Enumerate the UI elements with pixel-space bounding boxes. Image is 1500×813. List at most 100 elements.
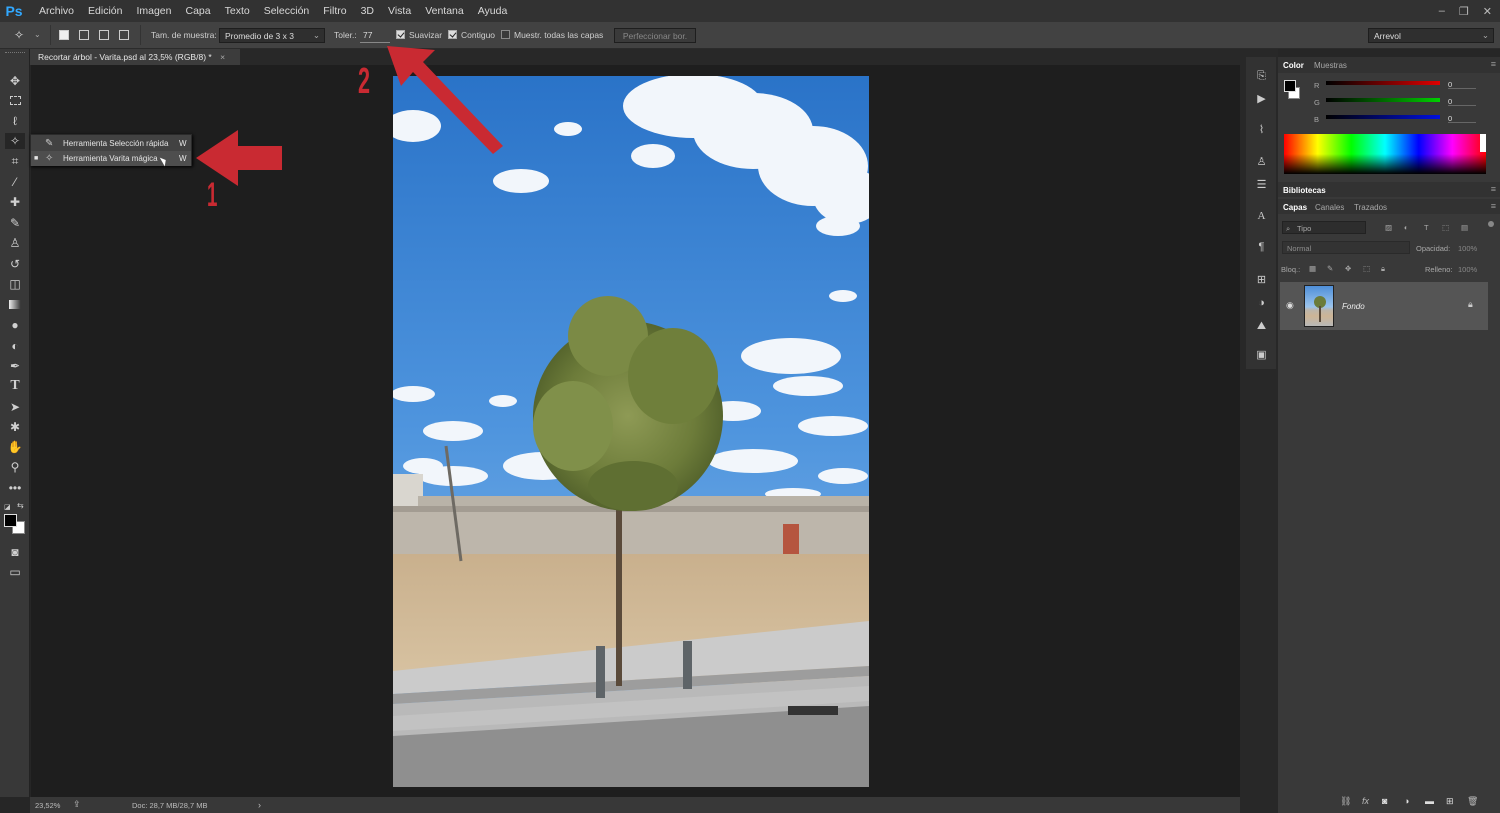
panel-menu-icon[interactable]: ≡ [1491, 184, 1496, 194]
menu-ayuda[interactable]: Ayuda [471, 0, 515, 22]
path-selection-tool-icon[interactable]: ➤ [7, 399, 23, 415]
pen-tool-icon[interactable]: ✒ [7, 358, 23, 374]
sample-all-checkbox[interactable] [501, 30, 510, 39]
edit-toolbar-icon[interactable]: ••• [7, 480, 23, 496]
menu-ventana[interactable]: Ventana [418, 0, 471, 22]
quick-mask-icon[interactable]: ◙ [7, 544, 23, 560]
color-fg-swatch[interactable] [1284, 80, 1296, 92]
properties-icon[interactable]: ⊞ [1254, 273, 1269, 288]
close-icon[interactable]: ✕ [1483, 5, 1492, 18]
workspace-select[interactable]: Arrevol ⌄ [1368, 28, 1494, 43]
crop-tool-icon[interactable]: ⌗ [7, 153, 23, 169]
tolerance-input[interactable]: 77 [360, 28, 390, 43]
menu-seleccion[interactable]: Selección [257, 0, 317, 22]
lock-artboard-icon[interactable]: ⬚ [1363, 264, 1370, 273]
filter-pixel-icon[interactable]: ▨ [1385, 223, 1392, 232]
menu-texto[interactable]: Texto [218, 0, 257, 22]
fill-value[interactable]: 100% [1458, 265, 1477, 274]
color-spectrum[interactable] [1284, 134, 1486, 174]
lock-image-icon[interactable]: ✎ [1327, 264, 1333, 273]
magic-wand-tool-icon[interactable]: ✧ [5, 133, 25, 149]
filter-type-icon[interactable]: T [1424, 223, 1429, 232]
green-slider[interactable] [1326, 98, 1440, 102]
tab-color[interactable]: Color [1283, 61, 1304, 70]
opacity-value[interactable]: 100% [1458, 244, 1477, 253]
magic-wand-preset-icon[interactable]: ✧ [14, 28, 24, 42]
menu-edicion[interactable]: Edición [81, 0, 129, 22]
clone-stamp-tool-icon[interactable]: ♙ [7, 235, 23, 251]
screen-mode-icon[interactable]: ▭ [7, 564, 23, 580]
swap-colors-icon[interactable]: ⇆ [17, 501, 24, 510]
blue-value[interactable]: 0 [1448, 114, 1452, 123]
menu-archivo[interactable]: Archivo [32, 0, 81, 22]
intersect-selection-icon[interactable] [119, 30, 129, 40]
character-icon[interactable]: A [1254, 209, 1269, 224]
info-icon[interactable]: ▣ [1254, 348, 1269, 363]
red-value[interactable]: 0 [1448, 80, 1452, 89]
filter-shape-icon[interactable]: ⬚ [1442, 223, 1449, 232]
paragraph-icon[interactable]: ¶ [1254, 240, 1269, 255]
new-adjustment-icon[interactable]: ◑ [1404, 796, 1409, 806]
layer-row[interactable]: ◉ Fondo 🔒︎ [1280, 282, 1488, 330]
new-selection-icon[interactable] [59, 30, 69, 40]
navigator-icon[interactable]: ⛰ [1254, 319, 1269, 334]
dodge-tool-icon[interactable]: ◐ [7, 338, 23, 354]
blue-slider[interactable] [1326, 115, 1440, 119]
chevron-down-icon[interactable]: ⌄ [34, 30, 41, 39]
subtract-selection-icon[interactable] [99, 30, 109, 40]
hand-tool-icon[interactable]: ✋ [7, 439, 23, 455]
move-tool-icon[interactable]: ✥ [7, 73, 23, 89]
foreground-color-swatch[interactable] [4, 514, 17, 527]
contiguous-checkbox[interactable] [448, 30, 457, 39]
lasso-tool-icon[interactable]: ℓ [7, 113, 23, 129]
actions-play-icon[interactable]: ▶ [1254, 92, 1269, 107]
marquee-tool-icon[interactable] [7, 93, 23, 109]
toolbar-grip[interactable] [5, 52, 25, 55]
history-brush-tool-icon[interactable]: ↺ [7, 256, 23, 272]
tab-layers[interactable]: Capas [1283, 203, 1307, 212]
menu-3d[interactable]: 3D [354, 0, 381, 22]
eye-visibility-icon[interactable]: ◉ [1286, 300, 1294, 311]
tab-swatches[interactable]: Muestras [1314, 61, 1347, 70]
share-icon[interactable]: ⇪ [73, 799, 81, 810]
panel-menu-icon[interactable]: ≡ [1491, 201, 1496, 211]
tab-channels[interactable]: Canales [1315, 203, 1344, 212]
zoom-level[interactable]: 23,52% [35, 801, 60, 810]
layer-name[interactable]: Fondo [1342, 302, 1365, 311]
history-icon[interactable]: ⎘ [1254, 69, 1269, 84]
styles-icon[interactable]: ◑ [1254, 296, 1269, 311]
refine-edge-button[interactable]: Perfeccionar bor. [614, 28, 696, 43]
type-tool-icon[interactable]: T [7, 378, 23, 394]
eyedropper-tool-icon[interactable]: ⁄ [7, 174, 23, 190]
custom-shape-tool-icon[interactable]: ✱ [7, 419, 23, 435]
brush-tool-icon[interactable]: ✎ [7, 215, 23, 231]
new-layer-icon[interactable]: ⊞ [1446, 796, 1454, 807]
clone-source-icon[interactable]: ♙ [1254, 155, 1269, 170]
minimize-icon[interactable]: – [1439, 5, 1445, 17]
healing-brush-tool-icon[interactable]: ✚ [7, 194, 23, 210]
green-value[interactable]: 0 [1448, 97, 1452, 106]
quick-selection-menu-item[interactable]: ✎ Herramienta Selección rápida W [31, 136, 191, 151]
sample-size-select[interactable]: Promedio de 3 x 3 ⌄ [219, 28, 325, 43]
libraries-panel-title[interactable]: Bibliotecas [1283, 186, 1326, 195]
gradient-tool-icon[interactable] [7, 297, 23, 313]
filter-smart-icon[interactable]: ▤ [1461, 223, 1468, 232]
zoom-tool-icon[interactable]: ⚲ [7, 459, 23, 475]
menu-imagen[interactable]: Imagen [129, 0, 178, 22]
add-selection-icon[interactable] [79, 30, 89, 40]
red-slider[interactable] [1326, 81, 1440, 85]
trash-icon[interactable]: 🗑︎ [1467, 796, 1478, 807]
new-group-icon[interactable]: ▬ [1425, 796, 1434, 806]
status-menu-arrow[interactable]: › [258, 800, 261, 810]
panel-menu-icon[interactable]: ≡ [1491, 59, 1496, 69]
layer-filter-select[interactable]: ⌕ Tipo [1282, 221, 1366, 234]
antialias-checkbox[interactable] [396, 30, 405, 39]
menu-filtro[interactable]: Filtro [316, 0, 353, 22]
link-layers-icon[interactable]: ⛓ [1340, 796, 1351, 807]
blur-tool-icon[interactable]: ● [7, 317, 23, 333]
default-colors-icon[interactable]: ◪ [4, 503, 11, 511]
eraser-tool-icon[interactable]: ◫ [7, 276, 23, 292]
menu-capa[interactable]: Capa [179, 0, 218, 22]
document-tab[interactable]: Recortar árbol - Varita.psd al 23,5% (RG… [30, 49, 240, 65]
filter-toggle-icon[interactable] [1488, 221, 1494, 227]
